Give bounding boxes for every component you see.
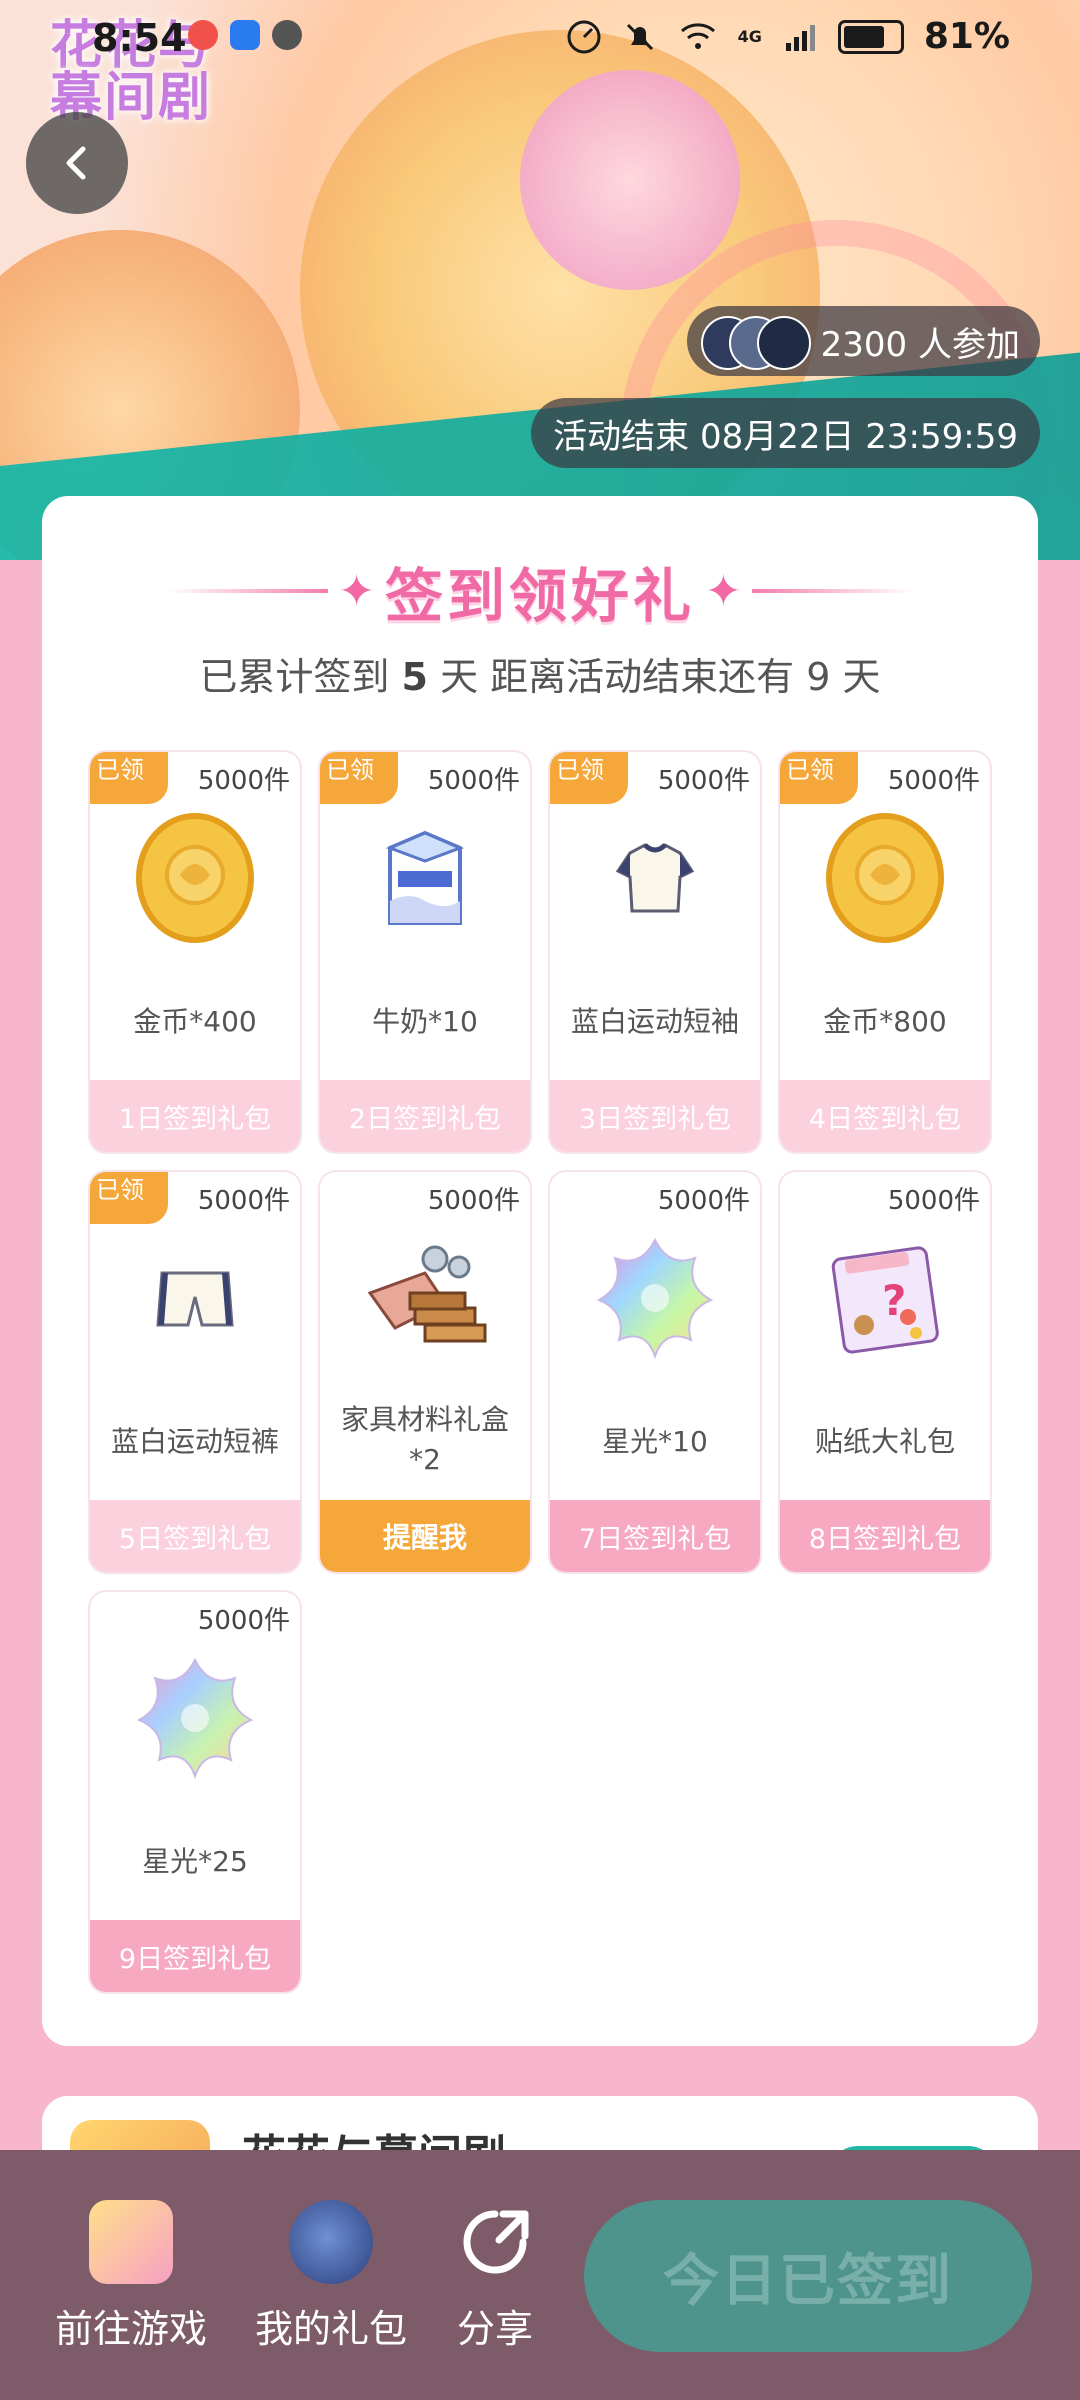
share-icon [453,2200,537,2284]
event-end-time: 活动结束 08月22日 23:59:59 [531,398,1040,468]
status-time: 8:54 [92,16,187,60]
reward-footer: 3日签到礼包 [550,1080,760,1152]
title-divider-right [751,589,912,593]
speedometer-icon [567,20,601,53]
furniture-materials-icon [355,1228,495,1368]
starlight-icon [125,1648,265,1788]
chevron-left-icon [66,146,86,180]
reward-name: 金币*800 [823,1005,947,1038]
progress-mid: 天 距离活动结束还有 [440,655,795,699]
title-divider-left [168,589,329,593]
wifi-icon [680,22,715,49]
progress-suffix: 天 [842,655,881,699]
starlight-icon [585,1228,725,1368]
mute-bell-icon [626,23,653,50]
claimed-badge: 已领 [90,752,168,804]
weather-app-icon [230,20,260,50]
reward-footer: 9日签到礼包 [90,1920,300,1992]
share-label: 分享 [456,2307,533,2351]
gold-coin-icon [125,808,265,948]
my-gifts-button[interactable]: 我的礼包 [246,2200,416,2353]
claimed-badge: 已领 [550,752,628,804]
reward-name: 贴纸大礼包 [814,1425,955,1458]
reward-name: 星光*10 [602,1425,708,1458]
signed-days-count: 5 [401,655,428,699]
bottom-action-bar: 前往游戏 我的礼包 分享 今日已签到 [0,2150,1080,2400]
reward-tile-day-1[interactable]: 已领 5000件 金币*400 1日签到礼包 [90,752,300,1152]
wechat-icon [272,20,302,50]
progress-prefix: 已累计签到 [199,655,390,699]
remaining-days-count: 9 [806,655,831,699]
reward-stock: 5000件 [657,1186,750,1216]
reward-footer: 5日签到礼包 [90,1500,300,1572]
go-to-game-label: 前往游戏 [54,2307,207,2351]
checkin-card: ✦ 签到领好礼 ✦ 已累计签到 5 天 距离活动结束还有 9 天 已领 5000… [42,496,1038,2046]
reward-name: 蓝白运动短袖 [570,1005,739,1038]
gift-avatar-icon [289,2200,373,2284]
reward-footer: 8日签到礼包 [780,1500,990,1572]
reward-footer: 1日签到礼包 [90,1080,300,1152]
weibo-icon [188,20,218,50]
sparkle-icon: ✦ [705,565,742,617]
reward-stock: 5000件 [427,766,520,796]
game-avatar-icon [89,2200,173,2284]
reward-footer: 2日签到礼包 [320,1080,530,1152]
reward-tile-day-5[interactable]: 已领 5000件 蓝白运动短裤 5日签到礼包 [90,1172,300,1572]
reward-tile-day-3[interactable]: 已领 5000件 蓝白运动短袖 3日签到礼包 [550,752,760,1152]
reward-tile-day-2[interactable]: 已领 5000件 牛奶*10 2日签到礼包 [320,752,530,1152]
participants-count: 2300 人参加 [820,324,1020,365]
checkin-progress: 已累计签到 5 天 距离活动结束还有 9 天 [42,646,1038,701]
banner-character-face [520,70,740,290]
reward-stock: 5000件 [657,766,750,796]
sticker-pack-icon: ? [815,1228,955,1368]
claimed-badge: 已领 [90,1172,168,1224]
status-right: 4G 81% [566,16,1010,57]
reward-name: 家具材料礼盒 *2 [320,1400,530,1480]
my-gifts-label: 我的礼包 [254,2307,407,2351]
checkin-title: 签到领好礼 [384,562,695,630]
sparkle-icon: ✦ [338,565,375,617]
milk-icon [355,808,495,948]
checkin-title-row: ✦ 签到领好礼 ✦ [42,556,1038,630]
reward-tile-day-7[interactable]: 5000件 星光*10 7日签到礼包 [550,1172,760,1572]
reward-footer: 4日签到礼包 [780,1080,990,1152]
signed-today-button[interactable]: 今日已签到 [584,2200,1032,2352]
reward-name-line-2: *2 [409,1443,441,1476]
remind-me-button[interactable]: 提醒我 [320,1500,530,1572]
reward-grid: 已领 5000件 金币*400 1日签到礼包 已领 5000件 牛奶*10 2日… [90,752,990,2002]
reward-footer: 7日签到礼包 [550,1500,760,1572]
go-to-game-button[interactable]: 前往游戏 [46,2200,216,2353]
reward-name: 金币*400 [133,1005,257,1038]
reward-tile-day-6[interactable]: 5000件 家具材料礼盒 *2 提醒我 [320,1172,530,1572]
event-banner: 花花与 幕间剧 8:54 4G 81% 2300 人参加 活动结束 08月22日… [0,0,1080,560]
claimed-badge: 已领 [320,752,398,804]
participant-avatars [700,314,811,370]
tshirt-icon [585,808,725,948]
share-button[interactable]: 分享 [440,2200,550,2353]
reward-name: 牛奶*10 [372,1005,478,1038]
back-button[interactable] [26,112,128,214]
network-label: 4G [737,27,762,46]
reward-tile-day-4[interactable]: 已领 5000件 金币*800 4日签到礼包 [780,752,990,1152]
shorts-icon [125,1228,265,1368]
participants-badge: 2300 人参加 [686,306,1040,376]
reward-tile-day-9[interactable]: 5000件 星光*25 9日签到礼包 [90,1592,300,1992]
reward-stock: 5000件 [887,766,980,796]
status-bar: 8:54 4G 81% [0,0,1080,78]
reward-stock: 5000件 [197,1606,290,1636]
gold-coin-icon [815,808,955,948]
reward-stock: 5000件 [887,1186,980,1216]
avatar [756,316,811,370]
reward-stock: 5000件 [197,766,290,796]
reward-tile-day-8[interactable]: 5000件 ? 贴纸大礼包 8日签到礼包 [780,1172,990,1572]
reward-name: 蓝白运动短裤 [110,1425,279,1458]
reward-name-line-1: 家具材料礼盒 [340,1403,509,1436]
reward-name: 星光*25 [142,1845,248,1878]
reward-stock: 5000件 [427,1186,520,1216]
signal-icon [785,24,815,51]
reward-stock: 5000件 [197,1186,290,1216]
battery-icon [837,19,904,54]
battery-percent: 81% [923,16,1010,57]
claimed-badge: 已领 [780,752,858,804]
